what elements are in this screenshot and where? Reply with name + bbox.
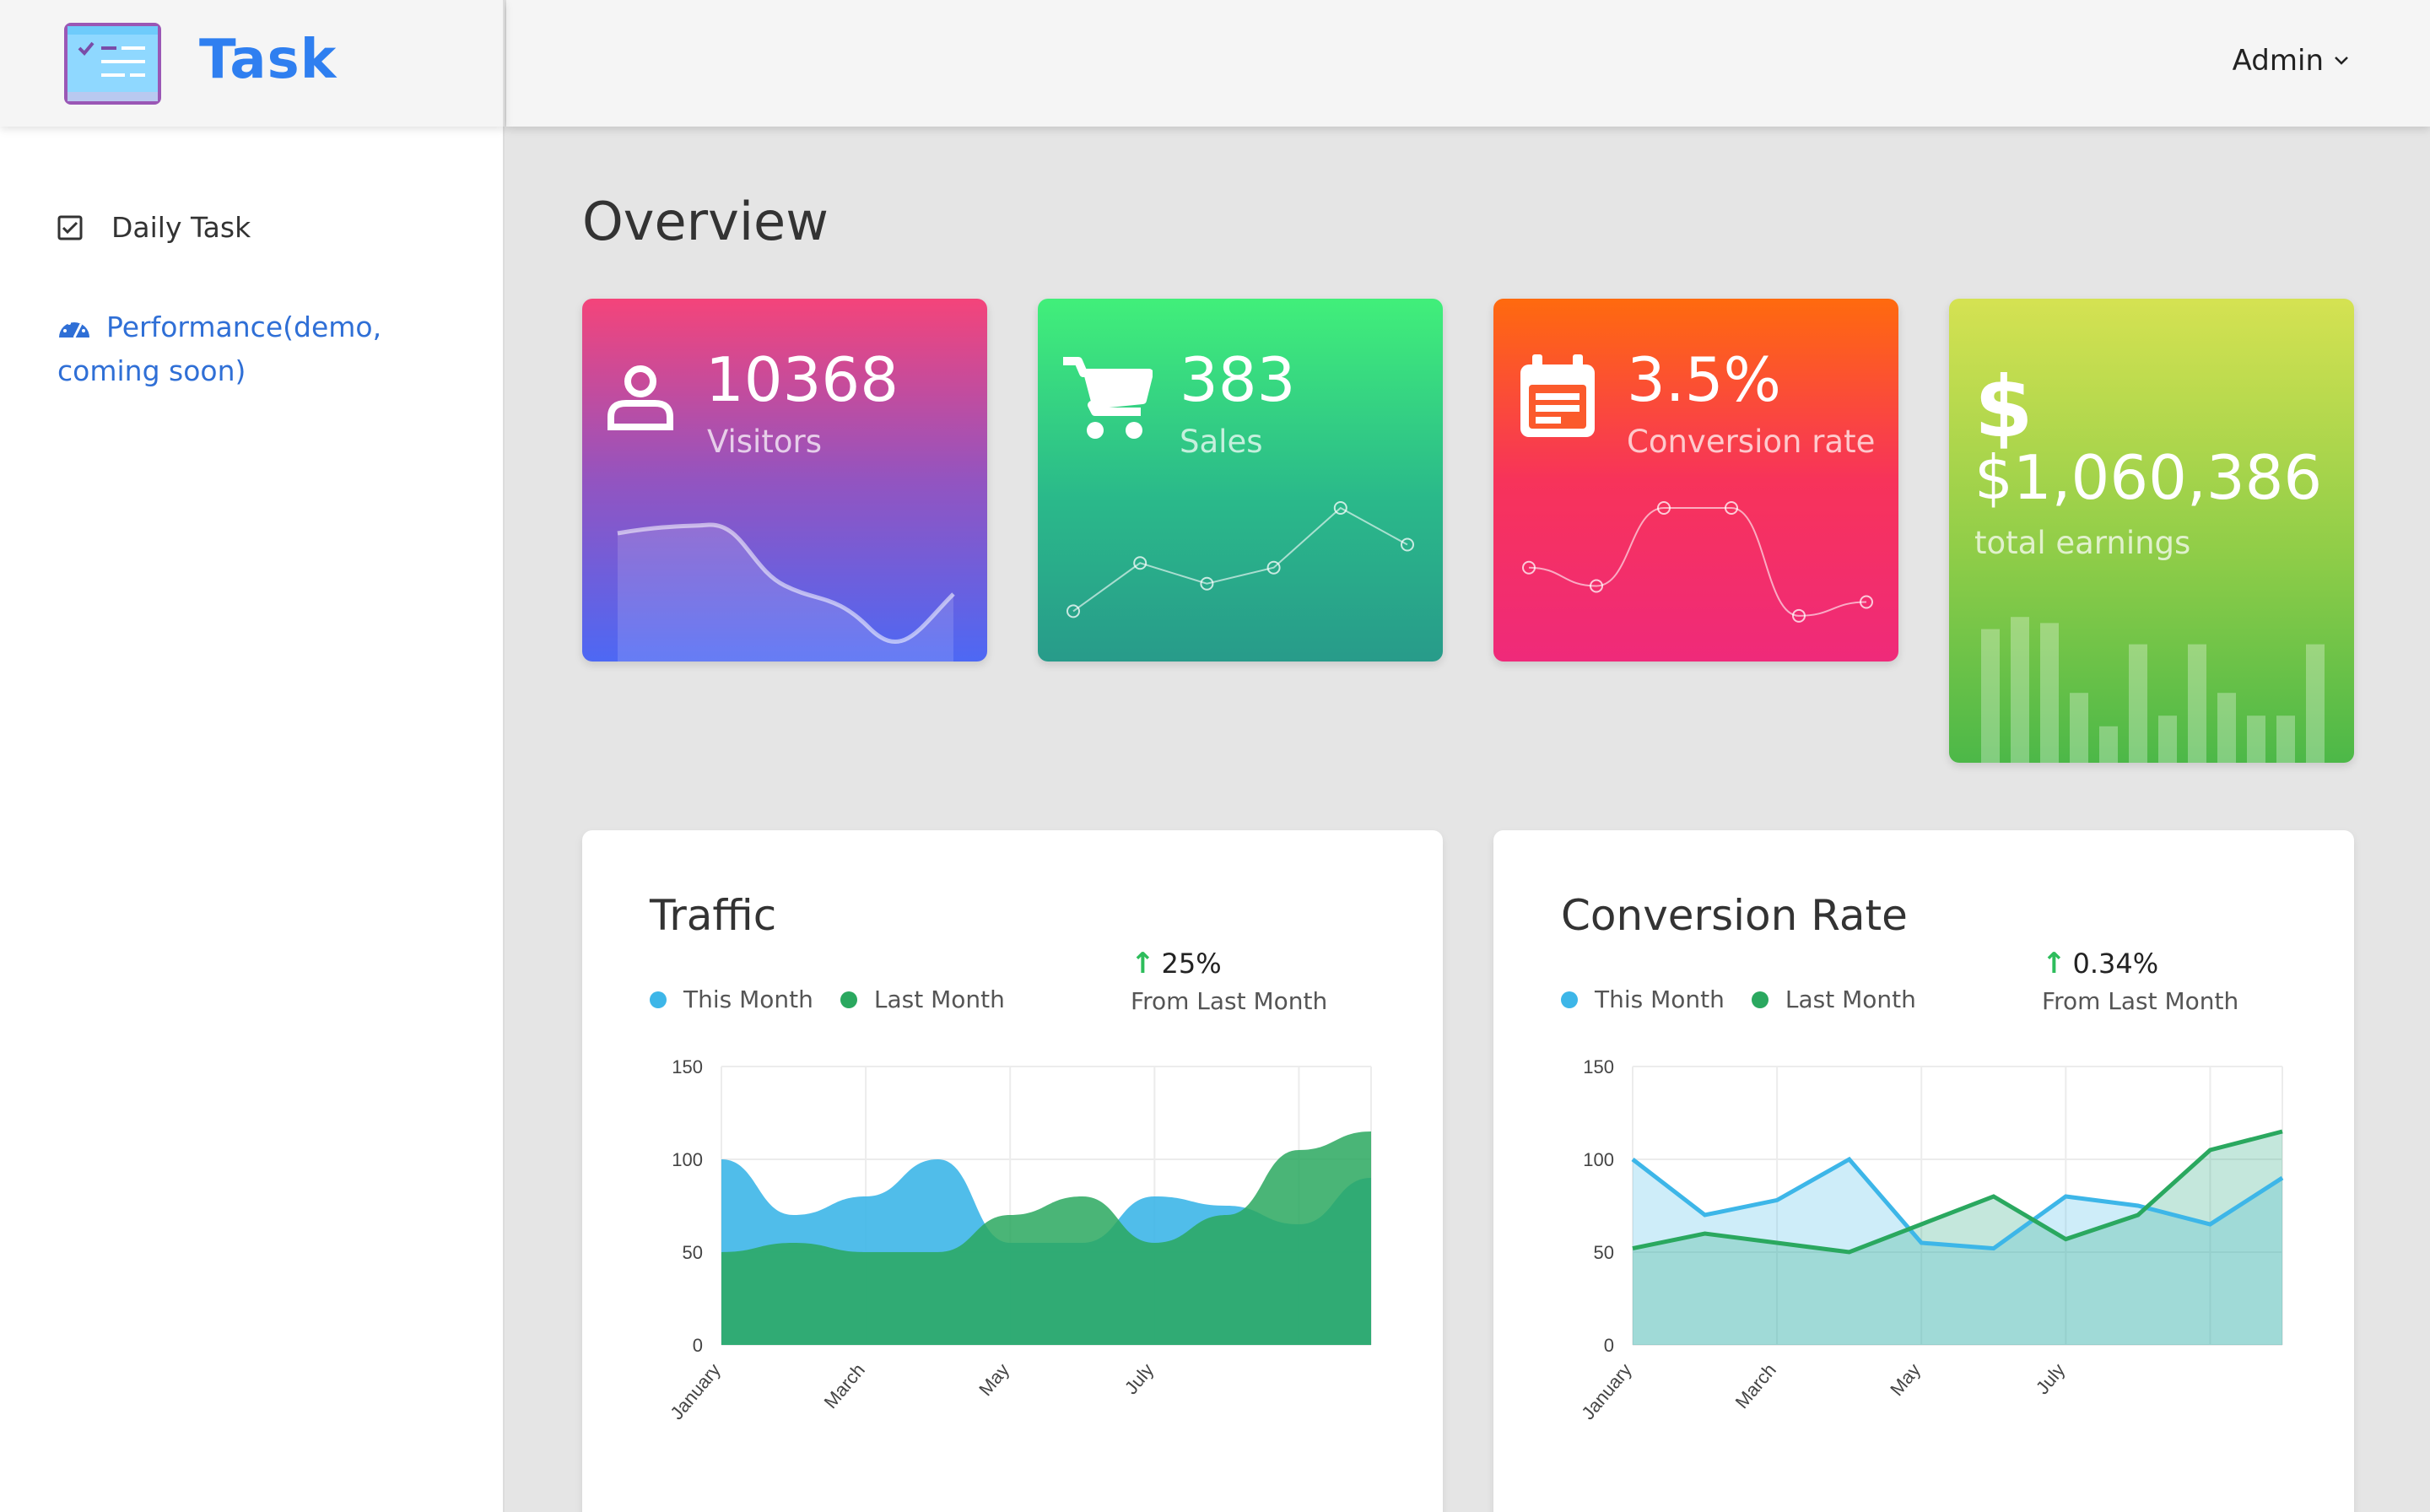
- earnings-card[interactable]: $ $1,060,386 total earnings: [1949, 299, 2354, 763]
- sparkline-bar: [2070, 693, 2088, 763]
- sparkline-bar: [2040, 623, 2059, 763]
- sparkline-bar: [2247, 716, 2265, 763]
- sparkline-line: [1528, 507, 1867, 617]
- x-tick-label: March: [819, 1359, 868, 1412]
- gauge-icon: [59, 319, 89, 338]
- traffic-chart: 0 50 100 150 January March May July: [666, 1056, 1372, 1423]
- x-tick-label: May: [975, 1359, 1013, 1400]
- sidebar-item-label: Daily Task: [111, 211, 251, 244]
- sparkline-bar: [2276, 716, 2295, 763]
- last-month-dot: [840, 991, 857, 1008]
- checkbox-icon: [57, 215, 83, 240]
- x-tick-label: May: [1886, 1359, 1925, 1400]
- conversion-rate-chart: 0 50 100 150 January March May July: [1577, 1056, 2284, 1423]
- x-tick-label: July: [1120, 1359, 1158, 1398]
- earnings-value: $1,060,386: [1974, 442, 2323, 513]
- this-month-dot: [1561, 991, 1578, 1008]
- earnings-label: total earnings: [1974, 525, 2191, 561]
- traffic-trend-label: From Last Month: [1131, 987, 1328, 1015]
- sparkline-bar: [2217, 693, 2236, 763]
- x-tick-label: July: [2032, 1359, 2069, 1398]
- sidebar-item-daily-task[interactable]: Daily Task: [57, 211, 251, 244]
- traffic-title: Traffic: [650, 891, 777, 940]
- page-title: Overview: [582, 191, 829, 252]
- y-tick-label: 50: [683, 1242, 703, 1263]
- visitors-sparkline: [617, 522, 955, 662]
- visitors-value: 10368: [705, 344, 899, 415]
- y-tick-label: 0: [1604, 1335, 1614, 1356]
- traffic-legend: This Month Last Month: [650, 986, 1005, 1013]
- admin-user-menu[interactable]: Admin: [2233, 44, 2349, 78]
- conversion-sparkline: [1522, 501, 1873, 623]
- legend-this-month[interactable]: This Month: [1561, 986, 1725, 1013]
- sales-card[interactable]: 383 Sales: [1038, 299, 1443, 662]
- traffic-trend: ↑ 25% From Last Month: [1131, 947, 1327, 1015]
- brand-area: Task: [0, 0, 505, 127]
- visitors-label: Visitors: [707, 424, 822, 460]
- sidebar-item-label: Performance(demo, coming soon): [57, 310, 382, 387]
- admin-label: Admin: [2232, 44, 2324, 78]
- y-tick-label: 50: [1594, 1242, 1614, 1263]
- app-title[interactable]: Task: [199, 29, 337, 91]
- sales-sparkline: [1066, 501, 1414, 618]
- sidebar-item-performance[interactable]: Performance(demo, coming soon): [57, 305, 446, 393]
- y-tick-label: 0: [693, 1335, 703, 1356]
- sparkline-bar: [2306, 644, 2325, 763]
- y-tick-label: 100: [672, 1149, 703, 1170]
- user-icon: [608, 365, 673, 430]
- sidebar: Daily Task Performance(demo, coming soon…: [0, 127, 505, 1512]
- y-tick-label: 100: [1583, 1149, 1614, 1170]
- x-tick-label: January: [1577, 1359, 1635, 1423]
- conversion-value: 3.5%: [1627, 344, 1781, 415]
- this-month-dot: [650, 991, 667, 1008]
- x-tick-label: March: [1731, 1359, 1779, 1412]
- arrow-up-icon: ↑: [1131, 947, 1155, 980]
- sparkline-bar: [2129, 644, 2147, 763]
- arrow-up-icon: ↑: [2042, 947, 2066, 980]
- sparkline-bar: [2158, 716, 2177, 763]
- sales-label: Sales: [1180, 424, 1263, 460]
- y-tick-label: 150: [1583, 1056, 1614, 1077]
- legend-last-month[interactable]: Last Month: [1751, 986, 1916, 1013]
- calendar-icon: [1520, 354, 1595, 437]
- traffic-trend-value: 25%: [1161, 948, 1222, 980]
- conversion-rate-title: Conversion Rate: [1561, 891, 1908, 940]
- conversion-card[interactable]: 3.5% Conversion rate: [1493, 299, 1898, 662]
- top-bar: Admin: [506, 0, 2430, 127]
- legend-label: Last Month: [1785, 986, 1916, 1013]
- sales-value: 383: [1180, 344, 1296, 415]
- traffic-panel: Traffic This Month Last Month ↑ 25% From …: [582, 830, 1443, 1512]
- x-tick-label: January: [666, 1359, 724, 1423]
- sparkline-line: [1072, 506, 1408, 613]
- sparkline-bar: [2099, 726, 2118, 763]
- legend-this-month[interactable]: This Month: [650, 986, 813, 1013]
- sparkline-point: [1401, 537, 1414, 552]
- cart-icon: [1063, 357, 1153, 439]
- conversion-rate-panel: Conversion Rate This Month Last Month ↑ 0…: [1493, 830, 2354, 1512]
- last-month-dot: [1751, 991, 1768, 1008]
- earnings-bar-sparkline: [1981, 617, 2325, 763]
- y-tick-label: 150: [672, 1056, 703, 1077]
- sparkline-bar: [1981, 629, 2000, 763]
- conversion-trend: ↑ 0.34% From Last Month: [2042, 947, 2238, 1015]
- task-list-logo-icon: [64, 23, 161, 105]
- conversion-trend-label: From Last Month: [2042, 987, 2239, 1015]
- conversion-trend-value: 0.34%: [2072, 948, 2159, 980]
- sparkline-point: [1066, 604, 1080, 618]
- legend-last-month[interactable]: Last Month: [840, 986, 1005, 1013]
- legend-label: Last Month: [873, 986, 1005, 1013]
- conversion-legend: This Month Last Month: [1561, 986, 1916, 1013]
- conversion-label: Conversion rate: [1627, 424, 1876, 460]
- visitors-card[interactable]: 10368 Visitors: [582, 299, 987, 662]
- sparkline-bar: [2188, 644, 2206, 763]
- legend-label: This Month: [1595, 986, 1725, 1013]
- legend-label: This Month: [683, 986, 813, 1013]
- chevron-down-icon: [2335, 57, 2348, 65]
- sparkline-bar: [2011, 617, 2029, 763]
